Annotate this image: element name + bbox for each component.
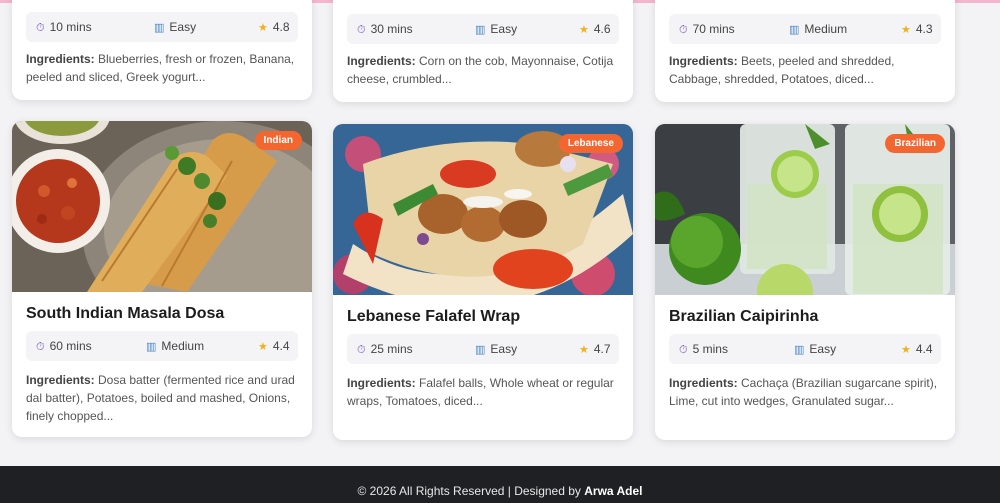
difficulty: Easy: [490, 22, 518, 36]
ingredients-text: Ingredients: Falafel balls, Whole wheat …: [347, 374, 622, 410]
site-footer: © 2026 All Rights Reserved | Designed by…: [0, 466, 1000, 503]
difficulty: Easy: [169, 20, 197, 34]
recipe-card[interactable]: ⏱ 30 mins ▥ Easy ★ 4.6 Ingredients: Corn on…: [333, 0, 633, 102]
ingredients-label: Ingredients:: [26, 373, 95, 387]
recipe-meta-bar: ⏱ 30 mins ▥ Easy ★ 4.6: [347, 14, 619, 44]
recipe-image[interactable]: Brazilian: [655, 124, 955, 295]
recipe-meta-bar: ⏱ 60 mins ▥ Medium ★ 4.4: [26, 331, 298, 361]
rating: 4.6: [593, 22, 611, 36]
timer-icon: ⏱: [679, 344, 688, 356]
bar-chart-icon: ▥: [475, 24, 486, 36]
star-icon: ★: [901, 344, 911, 356]
cook-time: 70 mins: [692, 22, 735, 36]
bar-chart-icon: ▥: [154, 22, 165, 34]
recipe-image[interactable]: Lebanese: [333, 124, 633, 295]
ingredients-text: Ingredients: Cachaça (Brazilian sugarcan…: [669, 374, 944, 410]
timer-icon: ⏱: [357, 24, 366, 36]
cuisine-badge: Indian: [254, 131, 302, 150]
copyright-text: © 2026 All Rights Reserved | Designed by: [357, 484, 585, 498]
recipe-meta-bar: ⏱ 70 mins ▥ Medium ★ 4.3: [669, 14, 941, 44]
recipe-card[interactable]: ⏱ 70 mins ▥ Medium ★ 4.3 Ingredients: Beets…: [655, 0, 955, 102]
cook-time: 10 mins: [49, 20, 92, 34]
timer-icon: ⏱: [36, 341, 45, 353]
recipe-image[interactable]: Indian: [12, 121, 312, 292]
recipe-card[interactable]: Indian South Indian Masala Dosa ⏱ 60 mins…: [12, 121, 312, 437]
difficulty: Medium: [161, 339, 205, 353]
rating: 4.4: [915, 342, 933, 356]
recipe-title[interactable]: South Indian Masala Dosa: [26, 305, 224, 323]
ingredients-label: Ingredients:: [347, 54, 416, 68]
recipe-card[interactable]: Brazilian Brazilian Caipirinha ⏱ 5 mins ▥…: [655, 124, 955, 440]
rating: 4.4: [272, 339, 290, 353]
difficulty: Easy: [809, 342, 837, 356]
recipe-meta-bar: ⏱ 25 mins ▥ Easy ★ 4.7: [347, 334, 619, 364]
cook-time: 30 mins: [370, 22, 413, 36]
timer-icon: ⏱: [679, 24, 688, 36]
ingredients-label: Ingredients:: [26, 52, 95, 66]
bar-chart-icon: ▥: [789, 24, 800, 36]
ingredients-label: Ingredients:: [347, 376, 416, 390]
recipe-card[interactable]: Lebanese Lebanese Falafel Wrap ⏱ 25 mins …: [333, 124, 633, 440]
rating: 4.8: [272, 20, 290, 34]
recipe-title[interactable]: Brazilian Caipirinha: [669, 308, 818, 326]
cook-time: 25 mins: [370, 342, 413, 356]
star-icon: ★: [901, 24, 911, 36]
rating: 4.3: [915, 22, 933, 36]
cook-time: 5 mins: [692, 342, 728, 356]
star-icon: ★: [579, 24, 589, 36]
ingredients-text: Ingredients: Beets, peeled and shredded,…: [669, 52, 944, 88]
ingredients-label: Ingredients:: [669, 376, 738, 390]
ingredients-text: Ingredients: Dosa batter (fermented rice…: [26, 371, 301, 425]
timer-icon: ⏱: [357, 344, 366, 356]
cuisine-badge: Brazilian: [885, 134, 945, 153]
ingredients-text: Ingredients: Blueberries, fresh or froze…: [26, 50, 301, 86]
bar-chart-icon: ▥: [146, 341, 157, 353]
ingredients-label: Ingredients:: [669, 54, 738, 68]
cuisine-badge: Lebanese: [558, 134, 623, 153]
difficulty: Easy: [490, 342, 518, 356]
star-icon: ★: [579, 344, 589, 356]
bar-chart-icon: ▥: [794, 344, 805, 356]
star-icon: ★: [258, 341, 268, 353]
recipe-title[interactable]: Lebanese Falafel Wrap: [347, 308, 520, 326]
recipe-card[interactable]: ⏱ 10 mins ▥ Easy ★ 4.8 Ingredients: Blueber…: [12, 0, 312, 100]
cook-time: 60 mins: [49, 339, 92, 353]
author-name: Arwa Adel: [584, 484, 643, 498]
rating: 4.7: [593, 342, 611, 356]
recipe-meta-bar: ⏱ 10 mins ▥ Easy ★ 4.8: [26, 12, 298, 42]
ingredients-text: Ingredients: Corn on the cob, Mayonnaise…: [347, 52, 622, 88]
star-icon: ★: [258, 22, 268, 34]
difficulty: Medium: [804, 22, 848, 36]
timer-icon: ⏱: [36, 22, 45, 34]
recipe-meta-bar: ⏱ 5 mins ▥ Easy ★ 4.4: [669, 334, 941, 364]
bar-chart-icon: ▥: [475, 344, 486, 356]
